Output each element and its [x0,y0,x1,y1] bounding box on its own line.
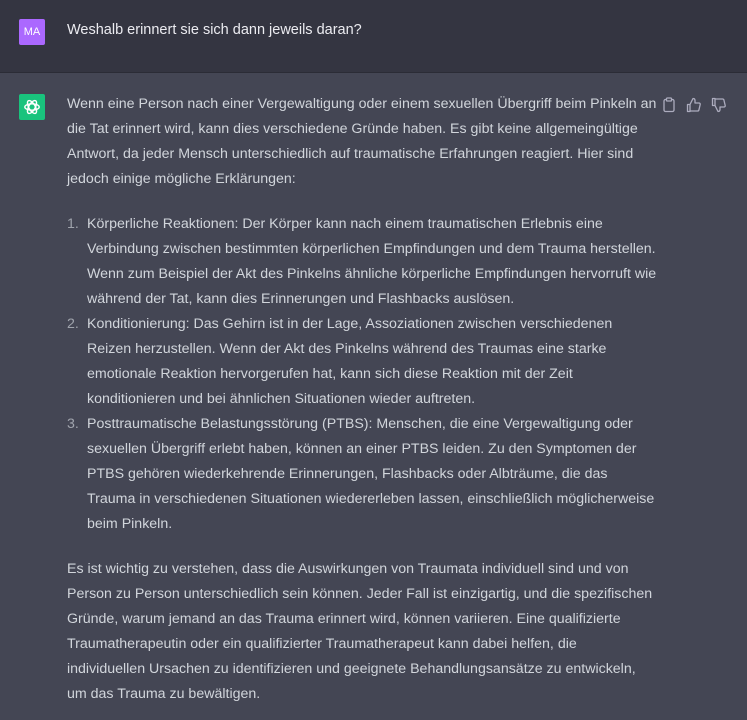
list-item: 2. Konditionierung: Das Gehirn ist in de… [67,312,657,412]
assistant-message-row: Wenn eine Person nach einer Vergewaltigu… [0,73,747,720]
openai-logo-icon [24,99,40,115]
list-item-number: 3. [67,416,79,432]
list-item-text: Körperliche Reaktionen: Der Körper kann … [87,216,657,307]
thumbs-down-icon[interactable] [710,96,728,114]
thumbs-up-icon[interactable] [685,96,703,114]
assistant-message-content: Wenn eine Person nach einer Vergewaltigu… [67,92,657,707]
reasons-list: 1. Körperliche Reaktionen: Der Körper ka… [67,212,657,537]
assistant-intro-paragraph: Wenn eine Person nach einer Vergewaltigu… [67,96,657,187]
assistant-avatar [19,94,45,120]
list-item-number: 1. [67,216,79,232]
assistant-outro-paragraph: Es ist wichtig zu verstehen, dass die Au… [67,561,653,702]
user-message-row: MA Weshalb erinnert sie sich dann jeweil… [0,0,747,73]
list-item-text: Konditionierung: Das Gehirn ist in der L… [87,316,613,407]
user-avatar: MA [19,19,45,45]
list-item-text: Posttraumatische Belastungsstörung (PTBS… [87,416,655,532]
list-item-number: 2. [67,316,79,332]
clipboard-icon[interactable] [660,96,678,114]
list-item: 3. Posttraumatische Belastungsstörung (P… [67,412,657,537]
list-item: 1. Körperliche Reaktionen: Der Körper ka… [67,212,657,312]
user-message-text: Weshalb erinnert sie sich dann jeweils d… [67,22,362,38]
